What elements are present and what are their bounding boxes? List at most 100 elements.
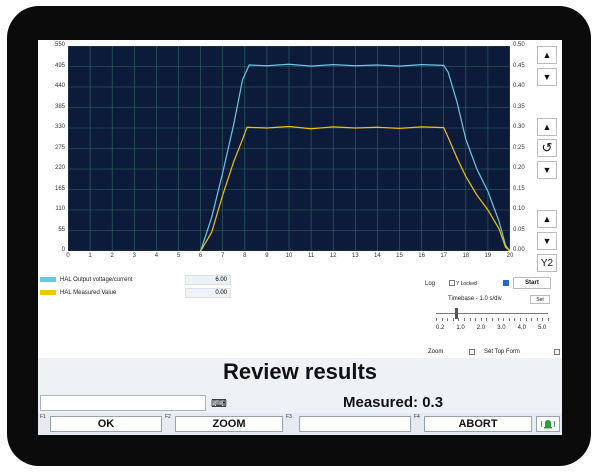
slider-tick <box>531 318 533 321</box>
slider-tick <box>536 318 538 321</box>
y-locked-label: Y Locked <box>456 281 477 287</box>
slider-label: 1.0 <box>456 325 465 331</box>
set-button-label: Set <box>536 296 544 303</box>
scroll-up-button-2[interactable]: ▲ <box>537 118 557 136</box>
f1-key-label: F1 <box>40 414 46 420</box>
scroll-down-button-1[interactable]: ▼ <box>537 68 557 86</box>
y2-label: Y2 <box>540 257 554 269</box>
x-tick-label: 20 <box>506 253 514 259</box>
x-tick-label: 8 <box>243 253 247 259</box>
y-right-tick-label: 0.50 <box>513 42 525 48</box>
x-tick-label: 9 <box>265 253 269 259</box>
legend-label-output: HAL Output voltage/current <box>60 277 133 283</box>
f3-button[interactable] <box>299 416 411 432</box>
slider-tick <box>520 318 521 321</box>
y-right-tick-label: 0.25 <box>513 144 525 151</box>
status-title: Review results <box>222 359 378 384</box>
slider-tick <box>514 318 516 321</box>
y-right-tick-label: 0.10 <box>513 206 525 212</box>
legend-swatch-output <box>40 277 56 282</box>
zoom-button-label: ZOOM <box>212 418 246 430</box>
y-right-tick-label: 0.30 <box>513 124 525 130</box>
refresh-icon: ↺ <box>541 140 553 155</box>
y-right-tick-label: 0.15 <box>513 185 525 192</box>
x-tick-label: 17 <box>440 253 448 259</box>
slider-tick <box>436 318 437 321</box>
ok-button[interactable]: OK <box>50 416 162 432</box>
slider-label: 0.2 <box>436 325 445 331</box>
scroll-down-button-2[interactable]: ▼ <box>537 161 557 179</box>
triangle-down-icon: ▼ <box>542 72 552 82</box>
y-locked-checkbox[interactable] <box>449 280 455 286</box>
abort-button[interactable]: ABORT <box>424 416 532 432</box>
function-key-bar: F1 OK F2 ZOOM F3 F4 ABORT <box>38 413 562 435</box>
keyboard-button[interactable]: ⌨ <box>210 395 228 411</box>
ok-button-label: OK <box>97 418 115 430</box>
x-tick-label: 18 <box>462 253 470 259</box>
y-left-tick-label: 495 <box>54 62 65 69</box>
timebase-slider[interactable] <box>436 308 549 324</box>
x-tick-label: 1 <box>88 253 92 259</box>
triangle-up-icon: ▲ <box>542 50 552 60</box>
y-right-tick-label: 0.20 <box>513 165 525 171</box>
slider-tick <box>441 318 443 321</box>
y-right-tick-label: 0.45 <box>513 62 525 69</box>
chart-grid <box>68 46 510 251</box>
slider-track <box>436 313 548 314</box>
y-left-tick-label: 440 <box>54 83 65 89</box>
status-input[interactable] <box>40 395 206 411</box>
x-tick-label: 0 <box>66 253 70 259</box>
slider-tick <box>486 318 488 321</box>
slider-tick <box>492 318 493 321</box>
chart-svg <box>68 46 510 251</box>
timebase-label: Timebase - 1.0 s/div <box>448 296 502 302</box>
scroll-down-button-3[interactable]: ▼ <box>537 232 557 250</box>
y-right-tick-label: 0.40 <box>513 83 525 89</box>
legend-value-measured-text: 0.00 <box>215 290 227 296</box>
y2-button[interactable]: Y2 <box>537 254 557 272</box>
slider-tick <box>447 318 449 321</box>
log-label: Log <box>425 281 436 287</box>
y-left-tick-label: 110 <box>55 206 65 212</box>
f3-key-label: F3 <box>286 414 292 420</box>
abort-button-label: ABORT <box>458 418 498 430</box>
x-tick-label: 12 <box>329 253 337 259</box>
legend-value-output: 6.00 <box>185 275 231 285</box>
y-left-tick-label: 55 <box>58 226 65 233</box>
reset-button[interactable]: ↺ <box>537 139 557 157</box>
x-tick-label: 3 <box>132 253 136 259</box>
triangle-down-icon: ▼ <box>542 165 552 175</box>
slider-tick <box>508 318 510 321</box>
zoom-checkbox[interactable] <box>469 349 475 355</box>
screen: 550 495 440 385 330 275 220 165 110 55 0 0.50 0.45 0… <box>38 40 562 435</box>
set-top-form-checkbox[interactable] <box>554 349 560 355</box>
set-top-form-label: Set Top Form <box>484 349 520 355</box>
y-right-tick-label: 0.35 <box>513 103 525 110</box>
x-tick-label: 11 <box>307 253 315 259</box>
triangle-up-icon: ▲ <box>542 214 552 224</box>
scroll-up-button-3[interactable]: ▲ <box>537 210 557 228</box>
f4-key-label: F4 <box>414 414 420 420</box>
x-tick-label: 6 <box>198 253 203 259</box>
slider-tick <box>475 318 477 321</box>
start-button-label: Start <box>525 280 539 286</box>
x-tick-label: 19 <box>484 253 492 259</box>
log-checkbox[interactable] <box>503 280 509 286</box>
start-button[interactable]: Start <box>513 277 551 289</box>
scroll-up-button-1[interactable]: ▲ <box>537 46 557 64</box>
y-left-tick-label: 550 <box>54 42 65 48</box>
y-left-tick-label: 220 <box>54 165 65 171</box>
slider-tick <box>503 318 505 321</box>
x-tick-label: 7 <box>221 253 225 259</box>
slider-tick <box>452 318 454 321</box>
legend-swatch-measured <box>40 290 56 295</box>
legend-value-output-text: 6.00 <box>215 277 227 283</box>
set-button[interactable]: Set <box>530 295 550 304</box>
y-left-tick-label: 330 <box>54 124 65 130</box>
legend-label-measured: HAL Measured Value <box>60 290 117 296</box>
slider-label: 5.0 <box>538 325 547 331</box>
alarm-bell-icon <box>540 420 556 429</box>
zoom-button[interactable]: ZOOM <box>175 416 283 432</box>
y-left-tick-label: 385 <box>54 103 65 110</box>
alarm-indicator <box>536 416 560 432</box>
